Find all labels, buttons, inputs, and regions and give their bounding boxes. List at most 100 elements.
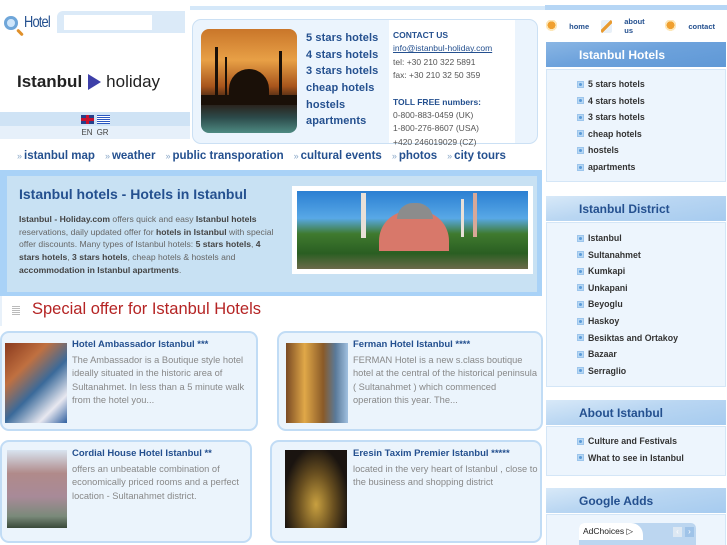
sidebar-item-hotels[interactable]: 5 stars hotels (577, 79, 645, 89)
mosque-sunset-image (201, 29, 297, 133)
sidebar-item-about[interactable]: Culture and Festivals (577, 436, 677, 446)
plus-bullet-icon (577, 234, 584, 242)
sidebar-item-hotels[interactable]: 4 stars hotels (577, 96, 645, 106)
promo-link-hostels[interactable]: hostels (306, 97, 378, 114)
nav-public-transportation[interactable]: » public transporation (165, 150, 283, 162)
lang-gr[interactable]: GR (97, 128, 109, 137)
plus-bullet-icon (577, 80, 584, 88)
sidebar-item-label: Unkapani (588, 282, 628, 293)
sidebar-item-label: Beyoglu (588, 299, 623, 310)
play-arrow-icon (88, 74, 102, 90)
promo-link-3-stars[interactable]: 3 stars hotels (306, 63, 378, 80)
ad-prev-button[interactable]: ‹ (673, 527, 682, 537)
magnifier-icon (4, 16, 18, 30)
contact-email-link[interactable]: info@istanbul-holiday.com (393, 42, 515, 55)
hotel-card-desc: offers an unbeatable combination of econ… (72, 464, 239, 501)
contact-icon[interactable] (665, 19, 677, 33)
toll-free-cz: +420 246019029 (CZ) (393, 136, 477, 147)
intro-keyword: hotels in Istanbul (155, 226, 227, 237)
hotel-search-input[interactable] (64, 15, 152, 30)
main-nav: » istanbul map » weather » public transpora… (17, 150, 506, 162)
hotel-card-desc: The Ambassador is a Boutique style hotel… (72, 355, 245, 405)
home-icon[interactable] (546, 19, 558, 33)
sidebar-item-label: apartments (588, 162, 636, 172)
intro-text-fragment: offers quick and easy (110, 214, 196, 224)
promo-link-5-stars[interactable]: 5 stars hotels (306, 30, 378, 47)
sidebar-item-label: 3 stars hotels (588, 112, 645, 123)
language-flags (0, 112, 190, 126)
hotel-ambassador-image[interactable] (5, 343, 67, 423)
sidebar-top-strip (545, 0, 727, 10)
promo-link-4-stars[interactable]: 4 stars hotels (306, 47, 378, 64)
sidebar-item-label: Sultanahmet (588, 249, 641, 260)
lang-en[interactable]: EN (81, 128, 92, 137)
intro-text-fragment: . (178, 264, 182, 275)
site-logo[interactable]: Istanbul holiday (17, 72, 160, 92)
sidebar-item-label: hostels (588, 145, 619, 156)
pencil-icon[interactable] (601, 19, 613, 33)
contact-box: CONTACT US info@istanbul-holiday.com tel… (389, 20, 515, 147)
adchoices-label[interactable]: AdChoices ▷ (579, 523, 643, 540)
hotel-card-title[interactable]: Cordial House Hotel Istanbul ** (72, 448, 212, 459)
plus-bullet-icon (577, 267, 584, 275)
nav-weather[interactable]: » weather (105, 150, 155, 162)
nav-istanbul-map[interactable]: » istanbul map (17, 150, 95, 162)
sidebar-item-hotels[interactable]: 3 stars hotels (577, 112, 645, 122)
top-links: home about us contact (546, 17, 727, 35)
sidebar-item-label: What to see in Istanbul (588, 452, 684, 463)
nav-cultural-events[interactable]: » cultural events (294, 150, 382, 162)
ad-next-button[interactable]: › (685, 527, 694, 537)
plus-bullet-icon (577, 284, 584, 292)
plus-bullet-icon (577, 300, 584, 308)
contact-title: CONTACT US (393, 30, 449, 40)
plus-bullet-icon (577, 367, 584, 375)
intro-keyword: accommodation in Istanbul apartments (19, 264, 179, 275)
intro-text-fragment: , cheap hotels & hostels and (127, 252, 236, 263)
bullet-icon (12, 305, 20, 315)
sidebar-item-hotels[interactable]: hostels (577, 145, 619, 155)
sidebar-item-district[interactable]: Sultanahmet (577, 250, 641, 260)
hotel-card-title[interactable]: Eresin Taxim Premier Istanbul ***** (353, 448, 510, 459)
hotel-card-desc: FERMAN Hotel is a new s.class boutique h… (353, 355, 537, 405)
sidebar-item-label: 5 stars hotels (588, 79, 645, 89)
sidebar-item-district[interactable]: Besiktas and Ortakoy (577, 333, 678, 343)
contact-fax: fax: +30 210 32 50 359 (393, 70, 481, 81)
sidebar-item-district[interactable]: Beyoglu (577, 299, 623, 309)
brand-holiday: holiday (106, 72, 161, 91)
contact-link[interactable]: contact (688, 22, 715, 31)
sidebar-item-label: Serraglio (588, 365, 627, 376)
sidebar-item-district[interactable]: Istanbul (577, 233, 622, 243)
nav-city-tours[interactable]: » city tours (447, 150, 506, 162)
uk-flag-icon[interactable] (80, 114, 94, 124)
cordial-house-image[interactable] (7, 450, 67, 528)
promo-links: 5 stars hotels 4 stars hotels 3 stars ho… (306, 30, 378, 130)
sidebar-item-hotels[interactable]: apartments (577, 162, 635, 172)
plus-bullet-icon (577, 97, 584, 105)
sidebar-item-district[interactable]: Bazaar (577, 349, 617, 359)
sidebar-item-label: Besiktas and Ortakoy (588, 332, 678, 343)
sidebar-item-hotels[interactable]: cheap hotels (577, 129, 642, 139)
home-link[interactable]: home (569, 22, 589, 31)
ferman-hotel-image[interactable] (286, 343, 348, 423)
greek-flag-icon[interactable] (96, 114, 110, 124)
language-labels: EN GR (0, 126, 190, 139)
eresin-taxim-image[interactable] (285, 450, 347, 528)
sidebar-list-about (546, 426, 726, 476)
intro-keyword: Istanbul - Holiday.com (19, 214, 111, 224)
sidebar-item-district[interactable]: Unkapani (577, 283, 628, 293)
contact-tel: tel: +30 210 322 5891 (393, 56, 476, 67)
plus-bullet-icon (577, 317, 584, 325)
promo-link-cheap[interactable]: cheap hotels (306, 80, 378, 97)
plus-bullet-icon (577, 350, 584, 358)
about-us-link[interactable]: about us (624, 17, 653, 35)
sidebar-item-district[interactable]: Serraglio (577, 366, 626, 376)
hotel-card-title[interactable]: Ferman Hotel Istanbul **** (353, 339, 470, 350)
sidebar-item-district[interactable]: Kumkapi (577, 266, 625, 276)
hotel-card-title[interactable]: Hotel Ambassador Istanbul *** (72, 339, 208, 350)
nav-photos[interactable]: » photos (392, 150, 437, 162)
promo-link-apartments[interactable]: apartments (306, 113, 378, 130)
sidebar-list-district (546, 222, 726, 387)
sidebar-item-about[interactable]: What to see in Istanbul (577, 453, 684, 463)
sidebar-item-district[interactable]: Haskoy (577, 316, 619, 326)
hotel-search-logo: Hotel (4, 12, 56, 34)
